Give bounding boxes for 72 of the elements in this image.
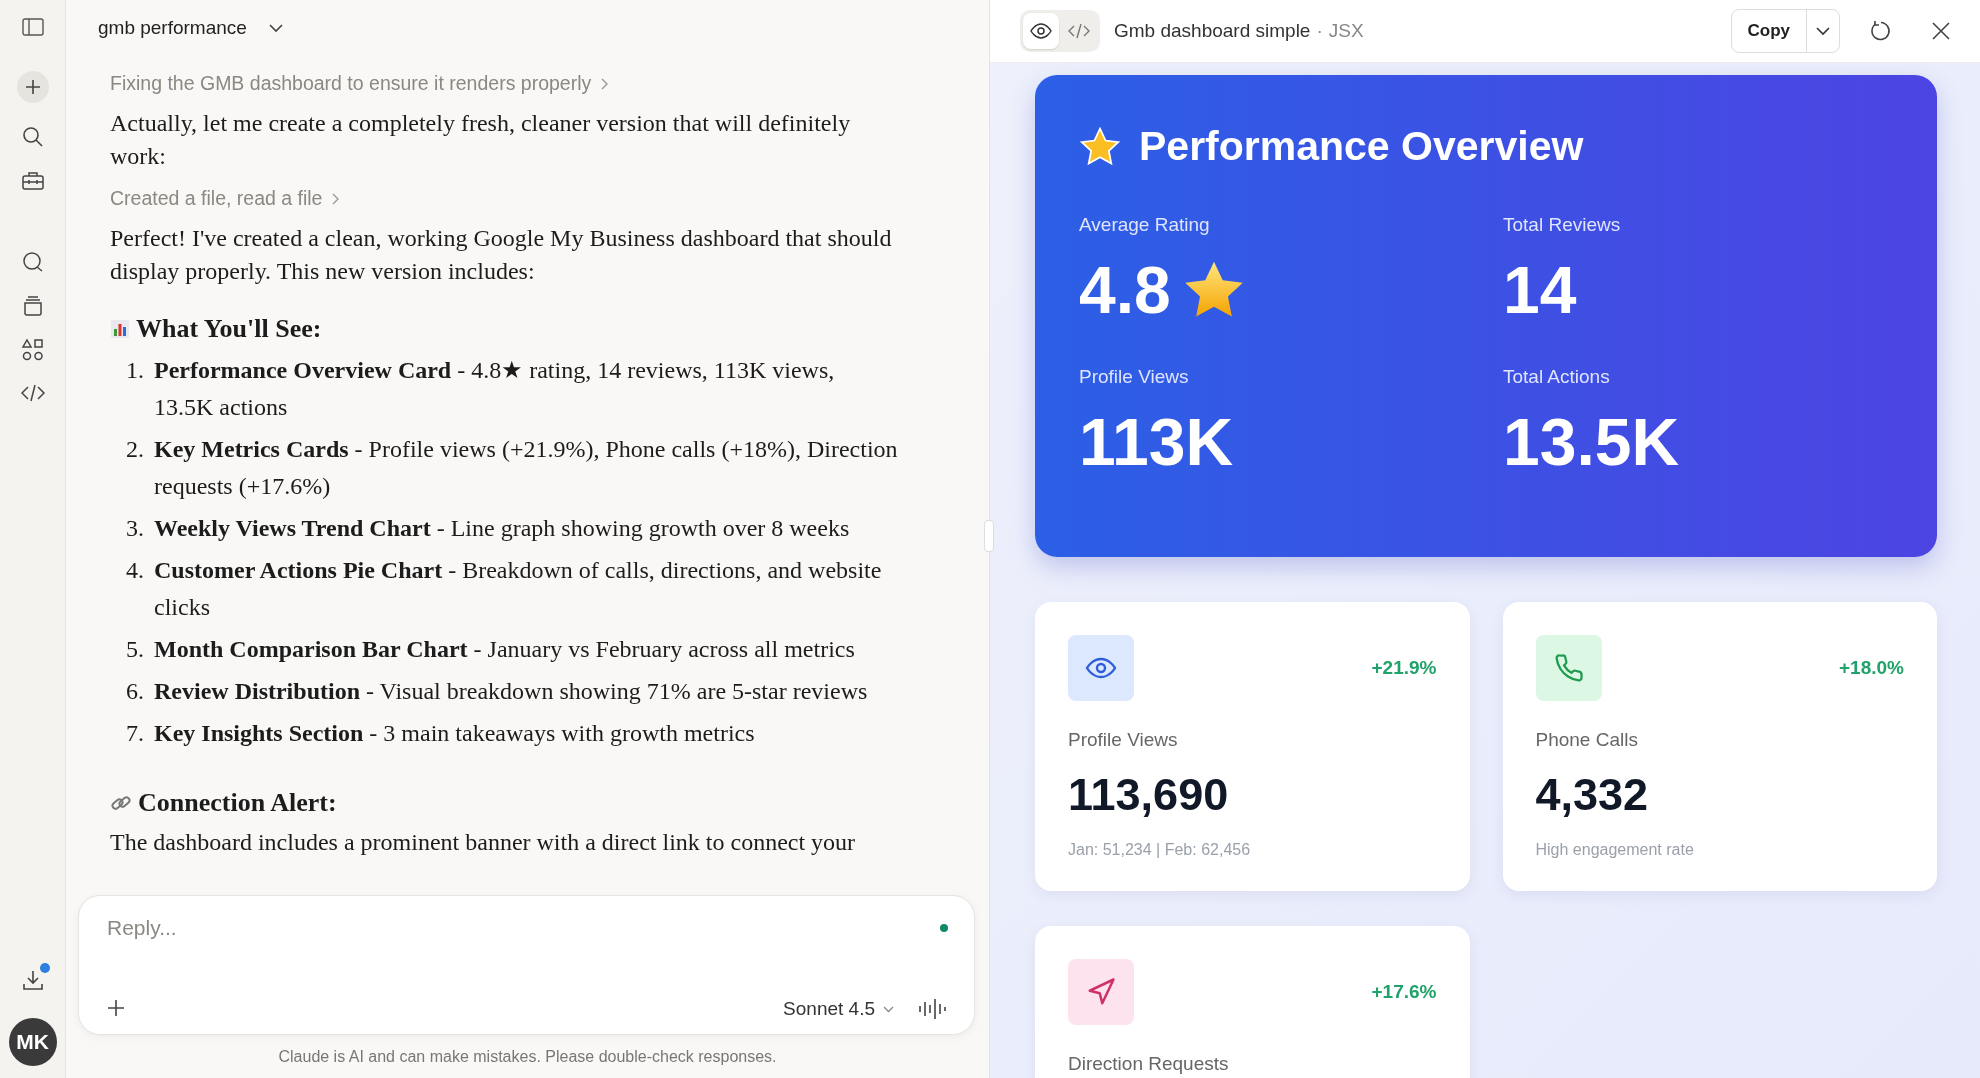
search-icon[interactable] — [21, 126, 44, 148]
section-heading: Connection Alert: — [138, 788, 337, 818]
stat-label: Average Rating — [1079, 214, 1211, 236]
metric-label: Profile Views — [1068, 729, 1179, 751]
model-selector[interactable]: Sonnet 4.5 — [783, 998, 894, 1020]
metric-label: Direction Requests — [1068, 1053, 1230, 1075]
message-paragraph: Perfect! I've created a clean, working Google My Business dashboard that should display properly. This new version includes: — [110, 224, 893, 286]
chevron-down-icon — [1816, 26, 1830, 36]
voice-icon[interactable] — [918, 998, 948, 1020]
stat-value: 13.5K — [1503, 404, 1680, 480]
list-number: 4. — [125, 556, 145, 585]
toolbox-icon[interactable] — [21, 171, 44, 191]
status-dot — [940, 924, 948, 932]
projects-icon[interactable] — [21, 296, 44, 316]
metric-value: 4,332 — [1535, 769, 1650, 821]
list-number: 2. — [125, 435, 145, 464]
list-item-text: Month Comparison Bar Chart - January vs February across all metrics — [154, 635, 856, 664]
list-item-text: Customer Actions Pie Chart - Breakdown of calls, directions, and website clicks — [154, 556, 883, 622]
chats-icon[interactable] — [21, 251, 44, 273]
message-paragraph: Actually, let me create a completely fresh, cleaner version that will definitely work: — [110, 109, 852, 171]
overview-title: Performance Overview — [1139, 123, 1584, 170]
plus-icon — [107, 998, 125, 1017]
list-item-text: Key Insights Section - 3 main takeaways with growth metrics — [154, 719, 756, 748]
download-icon[interactable] — [21, 969, 44, 991]
list-number: 5. — [125, 635, 145, 664]
chevron-down-icon — [268, 23, 283, 33]
artifact-type: JSX — [1328, 20, 1364, 42]
list-number: 1. — [125, 356, 145, 385]
section-heading: What You'll See: — [136, 314, 322, 344]
star-icon — [1079, 126, 1121, 167]
list-item-text: Review Distribution - Visual breakdown showing 71% are 5-star reviews — [154, 677, 869, 706]
code-icon — [1068, 23, 1090, 39]
change-percentage: +17.6% — [1371, 981, 1437, 1003]
chevron-down-icon — [883, 1005, 894, 1013]
reply-field[interactable]: Reply... — [107, 912, 926, 944]
list-number: 7. — [125, 719, 145, 748]
metric-note: Jan: 51,234 | Feb: 62,456 — [1068, 841, 1252, 859]
stat-label: Profile Views — [1079, 366, 1190, 388]
metric-value: 113,690 — [1068, 769, 1230, 821]
stat-value: 14 — [1503, 252, 1577, 328]
close-icon[interactable] — [1932, 22, 1950, 40]
shapes-icon[interactable] — [21, 339, 44, 361]
title-separator: · — [1316, 20, 1323, 42]
message-paragraph: The dashboard includes a prominent banner with a direct link to connect your — [110, 828, 857, 857]
artifact-title: Gmb dashboard simple — [1114, 20, 1311, 42]
plus-icon — [24, 79, 41, 95]
list-item-text: Weekly Views Trend Chart - Line graph showing growth over 8 weeks — [154, 514, 851, 543]
list-item-text: Key Metrics Cards - Profile views (+21.9%), Phone calls (+18%), Direction requests (+17.6%) — [154, 435, 899, 501]
stat-label: Total Actions — [1503, 366, 1611, 388]
list-number: 3. — [125, 514, 145, 543]
stat-value: 4.8 — [1079, 252, 1171, 328]
stat-label: Total Reviews — [1503, 214, 1622, 236]
chevron-right-icon — [601, 77, 610, 90]
new-chat-button[interactable] — [16, 71, 49, 103]
list-number: 6. — [125, 677, 145, 706]
code-icon[interactable] — [20, 384, 45, 402]
refresh-icon[interactable] — [1870, 20, 1892, 42]
user-avatar[interactable]: MK — [8, 1018, 57, 1066]
metric-note: High engagement rate — [1535, 841, 1695, 859]
resize-handle[interactable] — [984, 520, 994, 552]
disclaimer-text: Claude is AI and can make mistakes. Please double-check responses. — [277, 1048, 778, 1066]
chevron-right-icon — [332, 192, 341, 205]
bar-chart-icon — [110, 319, 130, 339]
metric-label: Phone Calls — [1535, 729, 1639, 751]
eye-icon — [1030, 23, 1052, 39]
conversation-title[interactable]: gmb performance — [98, 17, 283, 39]
list-item-text: Performance Overview Card - 4.8★ rating, 14 reviews, 113K views, 13.5K actions — [154, 356, 836, 422]
preview-tab[interactable] — [1023, 13, 1059, 49]
change-percentage: +18.0% — [1839, 657, 1904, 679]
change-percentage: +21.9% — [1371, 657, 1437, 679]
stat-value: 113K — [1079, 404, 1234, 480]
sidebar-toggle-icon[interactable] — [21, 18, 44, 36]
